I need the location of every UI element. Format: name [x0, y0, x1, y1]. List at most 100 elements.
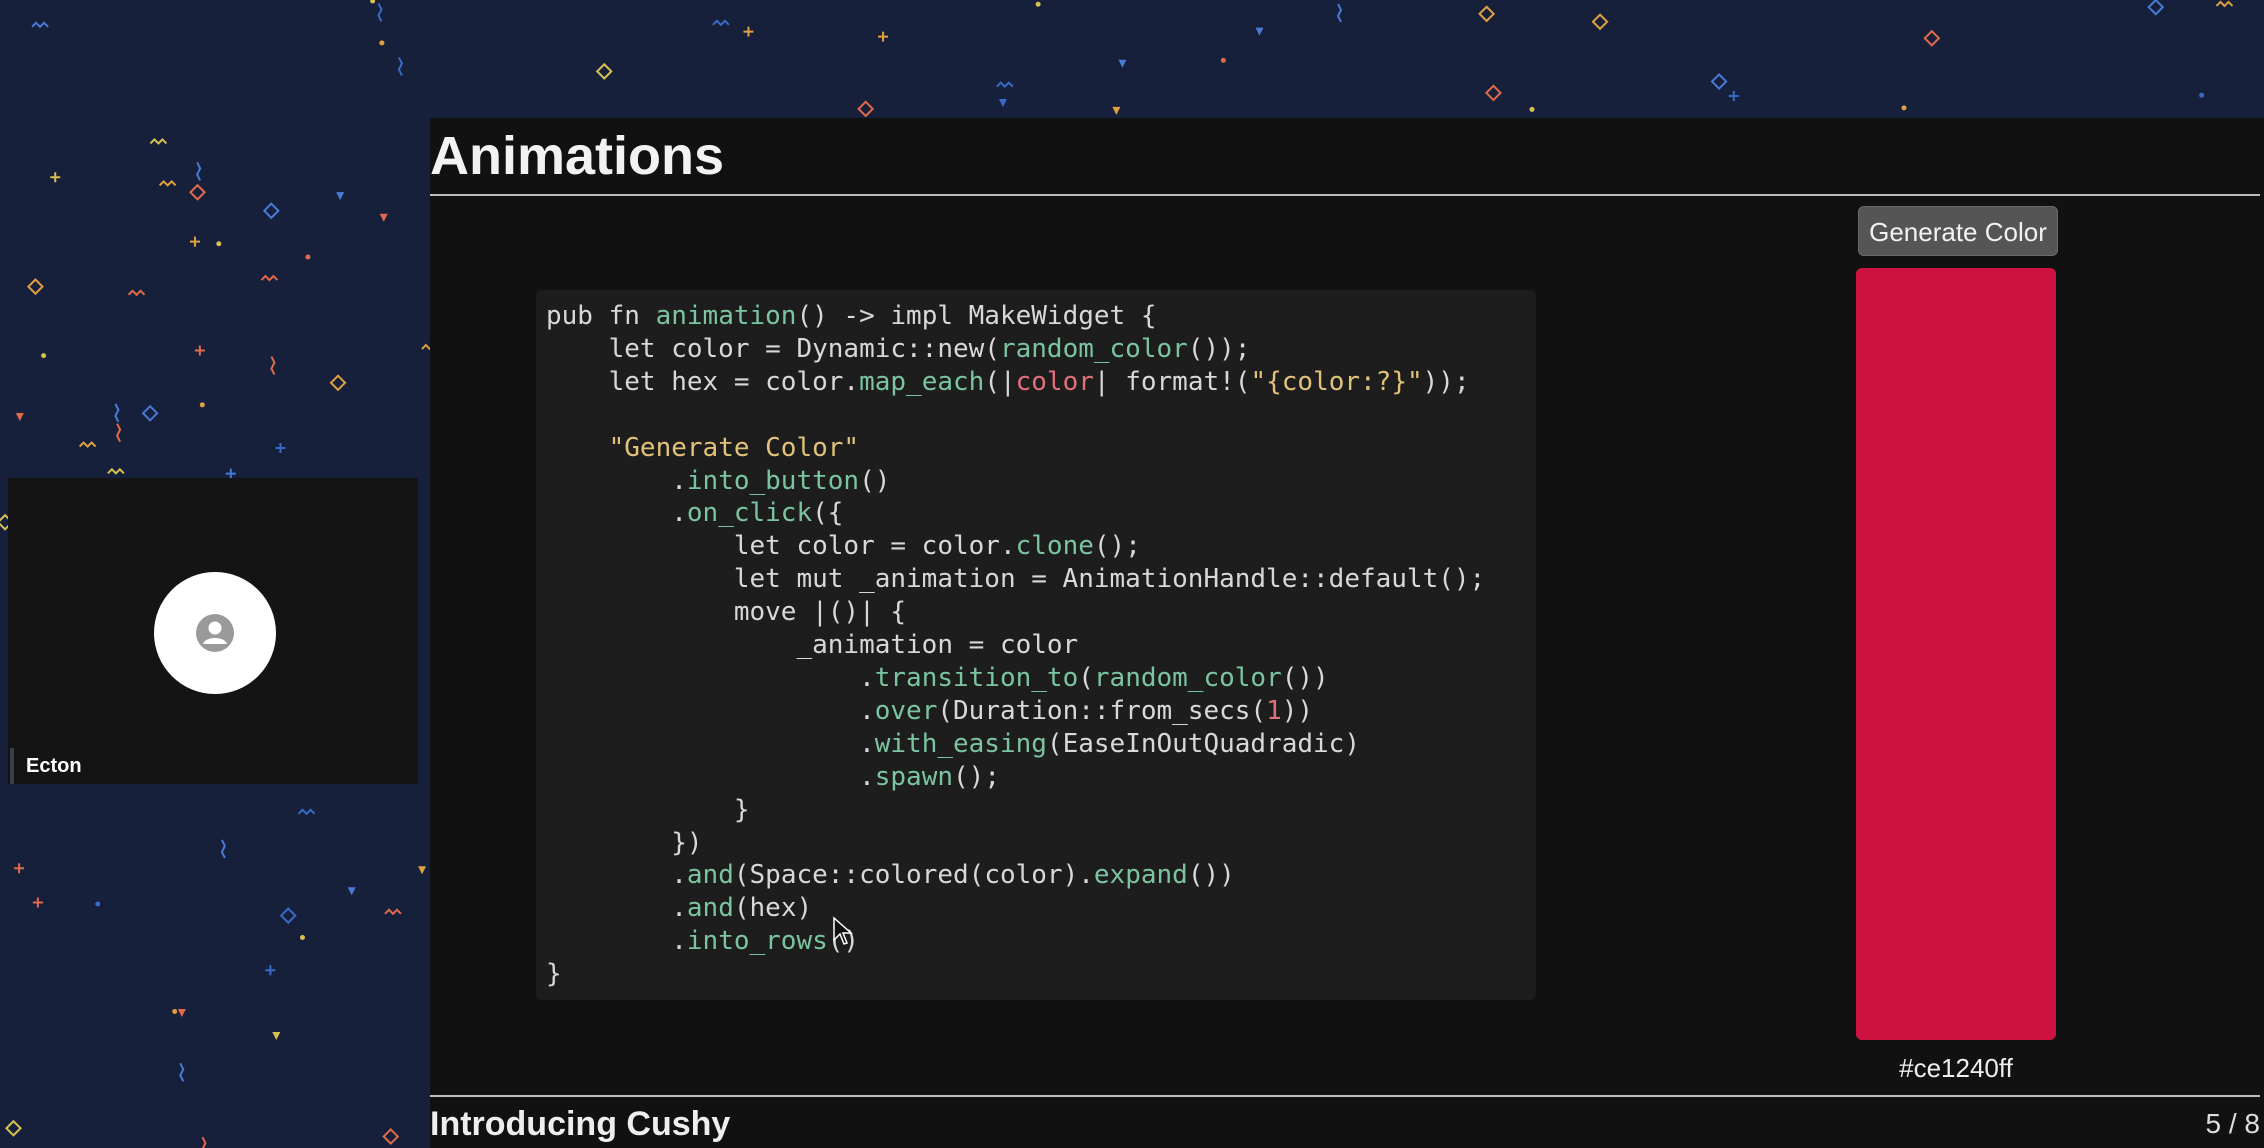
confetti-shape	[418, 866, 427, 875]
confetti-shape	[336, 192, 345, 201]
code-text: pub fn animation() -> impl MakeWidget { …	[536, 290, 1536, 991]
confetti-shape	[26, 278, 44, 296]
code-line: _animation = color	[546, 630, 1079, 661]
code-line: let color = Dynamic::new(random_color())…	[546, 333, 1251, 364]
confetti-shape	[743, 26, 754, 37]
confetti-shape	[297, 808, 316, 816]
confetti-shape	[370, 0, 376, 4]
code-line: }	[546, 794, 750, 825]
confetti-shape	[32, 897, 43, 908]
confetti-shape	[201, 1136, 207, 1148]
hex-value-label: #ce1240ff	[1899, 1053, 2013, 1083]
confetti-shape	[141, 404, 159, 422]
confetti-shape	[2215, 0, 2234, 8]
presentation-slide: Animations pub fn animation() -> impl Ma…	[430, 118, 2264, 1148]
confetti-shape	[114, 403, 120, 423]
confetti-shape	[172, 1008, 178, 1014]
code-line: .on_click({	[546, 498, 844, 529]
confetti-shape	[50, 172, 61, 183]
presentation-title: Introducing Cushy	[430, 1105, 731, 1143]
confetti-shape	[1112, 106, 1121, 115]
confetti-shape	[1710, 73, 1728, 91]
code-line: pub fn animation() -> impl MakeWidget {	[546, 301, 1157, 331]
confetti-shape	[14, 863, 25, 874]
code-line: .and(Space::colored(color).expand())	[546, 860, 1235, 891]
confetti-shape	[189, 236, 200, 247]
confetti-shape	[377, 2, 383, 22]
code-line: })	[546, 827, 703, 858]
confetti-shape	[1529, 106, 1535, 112]
confetti-shape	[262, 202, 280, 220]
confetti-shape	[998, 98, 1007, 107]
confetti-shape	[95, 901, 101, 907]
confetti-shape	[220, 839, 226, 859]
code-line: let mut _animation = AnimationHandle::de…	[546, 564, 1486, 595]
confetti-shape	[149, 138, 168, 145]
confetti-shape	[196, 162, 202, 181]
participant-video-tile: Ecton	[8, 478, 418, 784]
code-line: let color = color.clone();	[546, 531, 1141, 562]
confetti-shape	[384, 908, 402, 916]
confetti-shape	[179, 1062, 185, 1082]
code-line: .into_rows()	[546, 926, 859, 957]
confetti-shape	[1336, 3, 1343, 23]
confetti-shape	[382, 1128, 400, 1145]
confetti-shape	[2147, 0, 2165, 16]
confetti-shape	[299, 934, 305, 940]
confetti-shape	[2199, 92, 2205, 98]
confetti-shape	[595, 62, 613, 80]
confetti-shape	[712, 19, 730, 27]
color-swatch	[1856, 268, 2056, 1040]
confetti-shape	[1728, 90, 1739, 101]
confetti-shape	[1484, 84, 1502, 102]
confetti-shape	[857, 100, 875, 118]
confetti-shape	[199, 402, 205, 408]
code-line: "Generate Color"	[608, 432, 860, 463]
confetti-shape	[216, 241, 222, 247]
user-avatar-icon	[196, 614, 234, 652]
confetti-shape	[31, 21, 49, 29]
confetti-shape	[260, 274, 279, 282]
confetti-shape	[1478, 5, 1496, 23]
code-line: }	[546, 959, 562, 990]
code-line: .transition_to(random_color())	[546, 662, 1329, 693]
participant-name: Ecton	[10, 748, 96, 784]
code-line: .and(hex)	[546, 893, 813, 924]
confetti-shape	[379, 213, 388, 222]
footer-divider	[430, 1095, 2260, 1097]
confetti-shape	[1035, 1, 1041, 7]
confetti-shape	[1591, 13, 1609, 31]
title-divider	[430, 194, 2260, 196]
confetti-shape	[41, 353, 47, 359]
confetti-shape	[107, 467, 125, 475]
confetti-shape	[275, 442, 286, 453]
code-block: pub fn animation() -> impl MakeWidget { …	[536, 290, 1536, 1000]
confetti-shape	[194, 345, 205, 356]
code-line: .over(Duration::from_secs(1))	[546, 695, 1314, 726]
confetti-shape	[272, 1032, 281, 1041]
confetti-shape	[347, 887, 356, 896]
confetti-shape	[15, 413, 24, 422]
confetti-shape	[878, 31, 889, 42]
confetti-shape	[1923, 29, 1941, 47]
confetti-shape	[116, 423, 122, 443]
confetti-shape	[189, 183, 207, 201]
confetti-shape	[305, 254, 311, 260]
confetti-shape	[270, 356, 276, 376]
confetti-shape	[1118, 59, 1127, 68]
code-line: .with_easing(EaseInOutQuadradic)	[546, 728, 1360, 759]
confetti-shape	[265, 965, 276, 976]
code-line: move |()| {	[546, 597, 907, 628]
confetti-shape	[4, 1119, 22, 1137]
confetti-shape	[379, 40, 385, 46]
confetti-shape	[158, 179, 177, 187]
confetti-shape	[1255, 27, 1264, 36]
code-line: let hex = color.map_each(|color| format!…	[546, 366, 1470, 397]
mouse-cursor-icon	[833, 916, 853, 945]
confetti-shape	[329, 374, 347, 392]
confetti-shape	[127, 289, 146, 297]
generate-color-button[interactable]: Generate Color	[1858, 206, 2058, 256]
page-indicator: 5 / 8	[2205, 1108, 2260, 1139]
confetti-shape	[78, 441, 97, 448]
avatar	[154, 572, 276, 694]
